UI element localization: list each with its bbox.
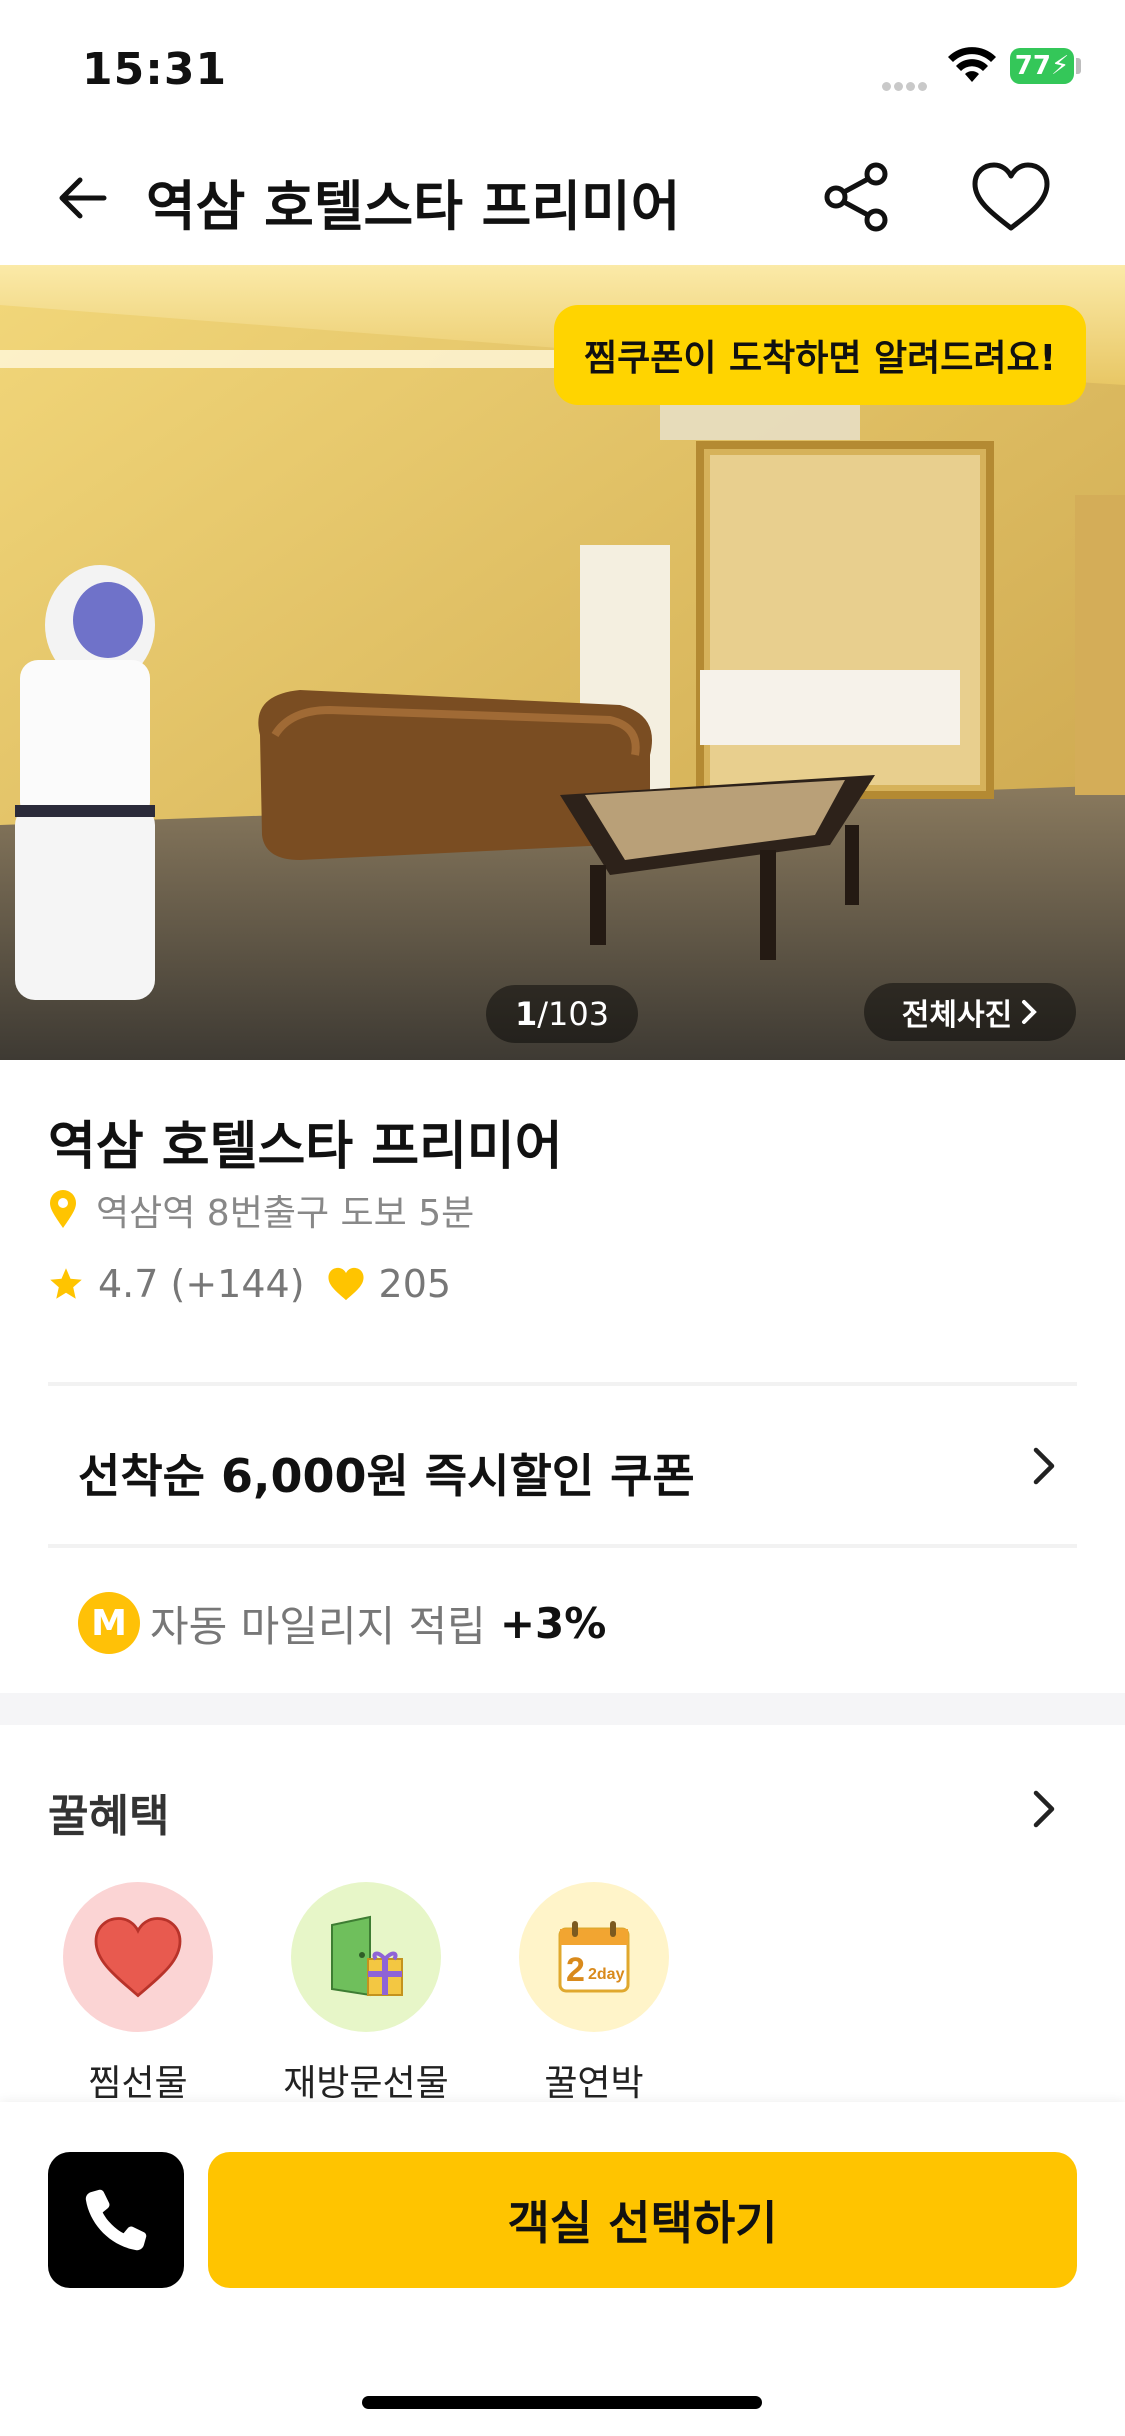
likes-count: 205 xyxy=(378,1262,452,1306)
mileage-value: +3% xyxy=(499,1598,607,1648)
hotel-photo-carousel[interactable]: 찜쿠폰이 도착하면 알려드려요! 1/103 전체사진 xyxy=(0,265,1125,1060)
home-indicator xyxy=(362,2396,762,2409)
header-title: 역삼 호텔스타 프리미어 xyxy=(146,175,681,238)
call-button[interactable] xyxy=(48,2152,184,2288)
chevron-right-icon[interactable] xyxy=(1028,1788,1060,1830)
divider xyxy=(48,1544,1077,1548)
benefits-title: 꿀혜택 xyxy=(48,1791,170,1842)
benefit-label: 꿀연박 xyxy=(544,2063,644,2104)
rating-row: 4.7 (+144) 205 xyxy=(48,1262,451,1306)
heart-icon xyxy=(63,1882,213,2032)
calendar-badge: 2day xyxy=(588,1966,625,1983)
all-photos-label: 전체사진 xyxy=(901,998,1013,1033)
heart-icon xyxy=(328,1267,364,1301)
benefit-label: 찜선물 xyxy=(88,2063,188,2104)
hotel-name: 역삼 호텔스타 프리미어 xyxy=(48,1117,563,1177)
wifi-icon xyxy=(948,47,996,82)
mileage-icon: M xyxy=(78,1592,140,1654)
photo-index: 1 xyxy=(514,995,538,1033)
battery-level: 77 xyxy=(1014,51,1051,81)
coupon-text: 선착순 6,000원 즉시할인 쿠폰 xyxy=(78,1449,695,1503)
benefit-item-revisit[interactable]: 재방문선물 xyxy=(276,1882,456,2106)
battery-icon: 77 ⚡ xyxy=(1010,48,1074,84)
star-icon xyxy=(50,1268,82,1299)
benefit-item-gift[interactable]: 찜선물 xyxy=(48,1882,228,2106)
benefit-item-long-stay[interactable]: 2 2day 꿀연박 xyxy=(504,1882,684,2106)
rating-text: 4.7 (+144) xyxy=(98,1262,305,1306)
back-arrow-icon[interactable] xyxy=(52,168,112,228)
coupon-notify-banner[interactable]: 찜쿠폰이 도착하면 알려드려요! xyxy=(553,305,1086,405)
all-photos-button[interactable]: 전체사진 xyxy=(864,983,1076,1041)
cellular-signal-icon xyxy=(882,76,930,95)
svg-text:2: 2 xyxy=(566,1951,585,1989)
status-time: 15:31 xyxy=(82,44,228,95)
calendar-2day-icon: 2 2day xyxy=(519,1882,669,2032)
location-pin-icon xyxy=(50,1190,76,1228)
location-row: 역삼역 8번출구 도보 5분 xyxy=(48,1184,474,1236)
section-separator xyxy=(0,1693,1125,1725)
door-gift-icon xyxy=(291,1882,441,2032)
mileage-label: 자동 마일리지 적립 xyxy=(150,1601,486,1651)
select-room-button[interactable]: 객실 선택하기 xyxy=(208,2152,1077,2288)
mileage-row: M 자동 마일리지 적립 +3% xyxy=(78,1592,606,1654)
location-text: 역삼역 8번출구 도보 5분 xyxy=(96,1193,475,1234)
chevron-right-icon xyxy=(1033,1447,1055,1485)
battery-cap xyxy=(1076,58,1081,74)
heart-outline-icon[interactable] xyxy=(970,160,1052,234)
benefit-label: 재방문선물 xyxy=(283,2063,449,2104)
share-icon[interactable] xyxy=(820,160,894,234)
phone-icon xyxy=(85,2189,147,2251)
photo-total: /103 xyxy=(537,995,610,1033)
chevron-right-icon xyxy=(1022,1000,1038,1024)
photo-counter: 1/103 xyxy=(486,985,638,1043)
